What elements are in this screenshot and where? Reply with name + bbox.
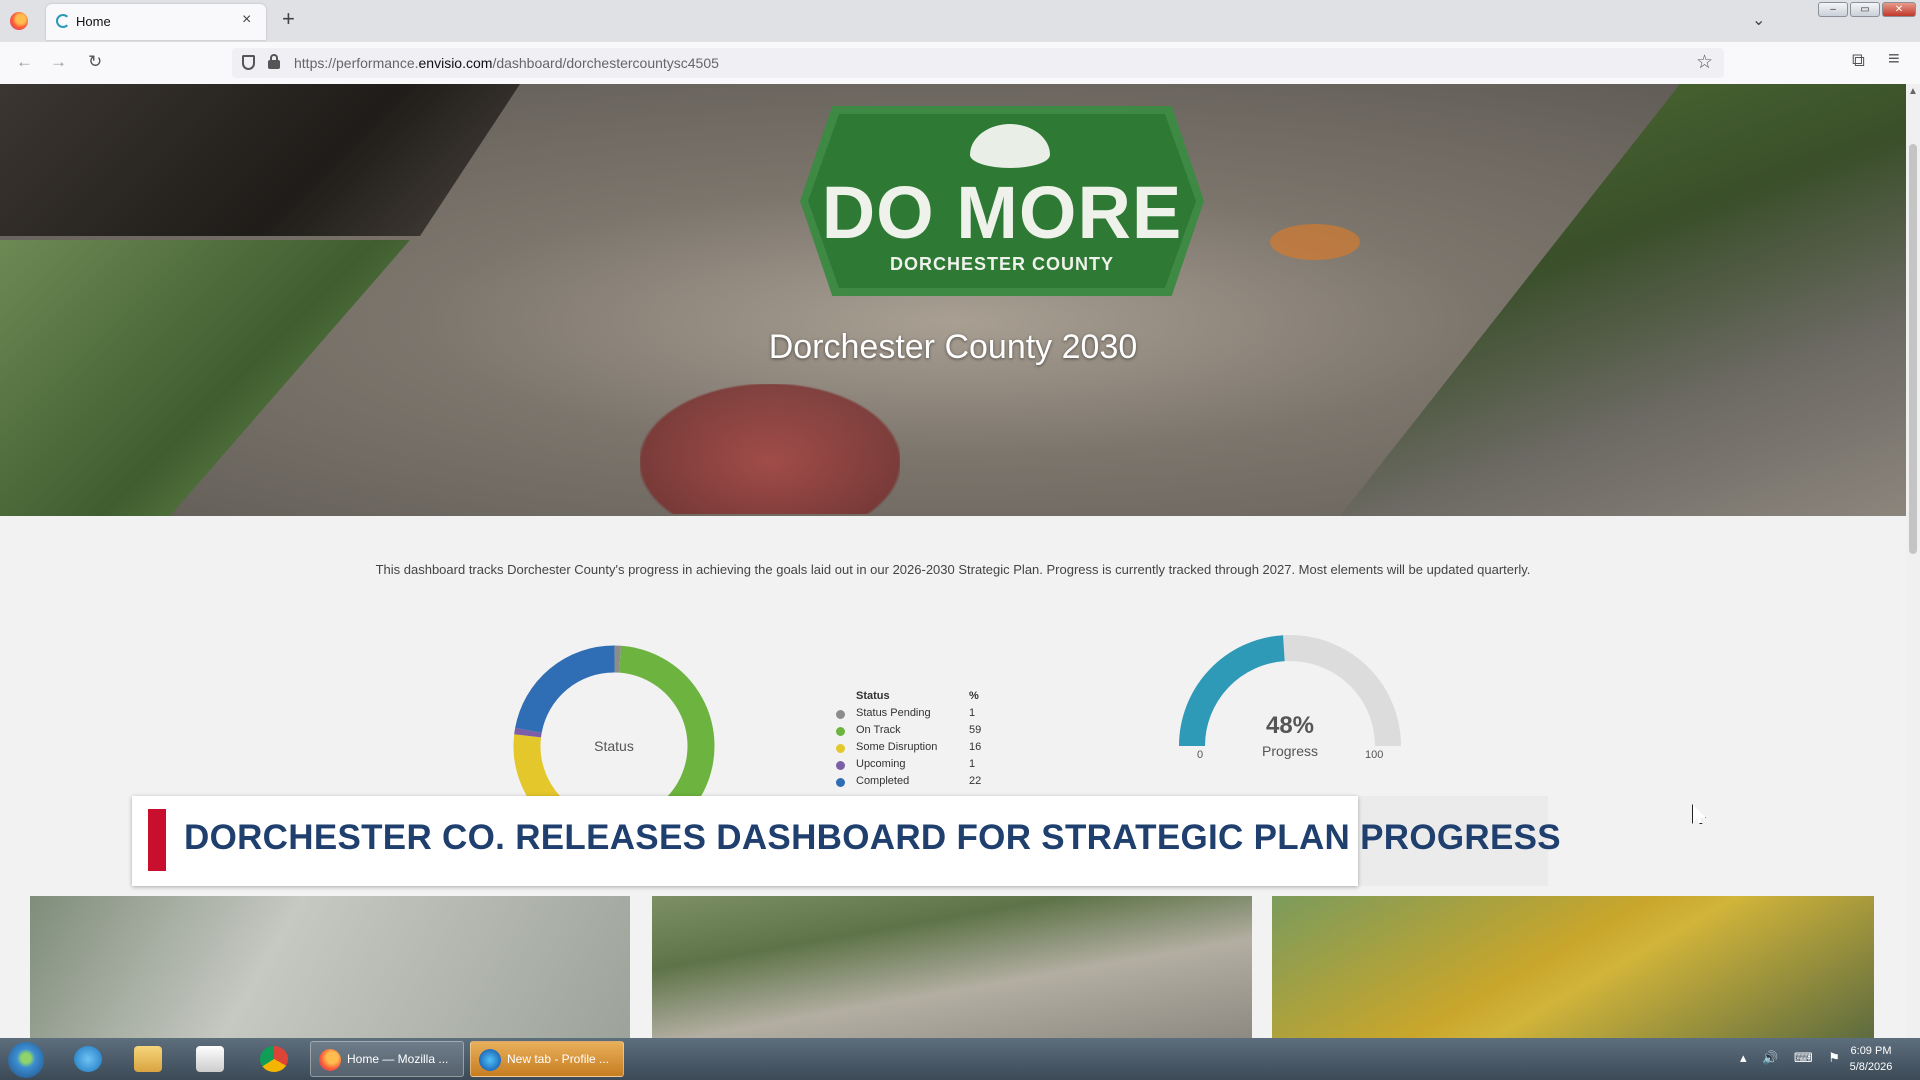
gauge-label: Progress (1261, 743, 1319, 759)
new-tab-button[interactable]: + (282, 6, 295, 32)
legend-label: Completed (856, 775, 910, 787)
legend-header: Status % (836, 690, 996, 706)
news-accent-bar (148, 809, 166, 871)
logo-main-text: DO MORE (821, 171, 1183, 254)
donut-slice-upcoming[interactable] (514, 727, 542, 738)
legend-value: 59 (969, 724, 982, 736)
kayak-shape (640, 384, 900, 514)
gauge-max-label: 100 (1365, 749, 1384, 761)
page-scrollbar[interactable]: ▲ (1906, 84, 1920, 1038)
legend-header-status: Status (856, 690, 890, 702)
legend-item-completed[interactable]: Completed 22 (836, 775, 996, 791)
taskbar-firefox-window[interactable]: Home — Mozilla ... (310, 1041, 464, 1077)
back-button[interactable]: ← (16, 52, 33, 72)
hero-banner: DO MORE DORCHESTER COUNTY Dorchester Cou… (0, 84, 1906, 516)
dashboard-page: DO MORE DORCHESTER COUNTY Dorchester Cou… (0, 84, 1906, 1038)
legend-label: Some Disruption (856, 741, 938, 753)
maximize-button[interactable]: ▭ (1850, 2, 1880, 17)
shield-icon[interactable] (242, 55, 255, 70)
legend-dot-icon (836, 744, 845, 753)
legend-label: On Track (856, 724, 901, 736)
taskbar-edge-label: New tab - Profile ... (507, 1052, 610, 1066)
start-button-icon[interactable] (8, 1042, 44, 1078)
media-player-icon[interactable] (196, 1046, 224, 1072)
clock-date[interactable]: 5/8/2026 (1836, 1061, 1906, 1073)
legend-dot-icon (836, 761, 845, 770)
legend-item-upcoming[interactable]: Upcoming 1 (836, 758, 996, 774)
tab-bar: Home × + ⌄ – ▭ ✕ (0, 0, 1920, 42)
photo-card-groundbreaking[interactable] (1272, 896, 1874, 1038)
news-lower-third: DORCHESTER CO. RELEASES DASHBOARD FOR ST… (132, 796, 1561, 886)
legend-dot-icon (836, 727, 845, 736)
gauge-value: 48% (1265, 712, 1315, 739)
legend-value: 1 (969, 707, 976, 719)
internet-explorer-icon[interactable] (74, 1046, 102, 1072)
photo-card-worker[interactable] (30, 896, 630, 1038)
firefox-icon (319, 1049, 341, 1071)
file-explorer-icon[interactable] (134, 1046, 162, 1072)
chrome-icon[interactable] (260, 1046, 288, 1072)
legend-dot-icon (836, 710, 845, 719)
legend-label: Upcoming (856, 758, 906, 770)
close-tab-icon[interactable]: × (242, 11, 251, 29)
legend-item-on-track[interactable]: On Track 59 (836, 724, 996, 740)
firefox-icon[interactable] (10, 12, 28, 30)
edge-icon (479, 1049, 501, 1071)
bookmark-star-icon[interactable]: ☆ (1696, 51, 1713, 74)
logo-sub-text: DORCHESTER COUNTY (889, 254, 1114, 274)
windows-taskbar: Home — Mozilla ... New tab - Profile ...… (0, 1038, 1920, 1080)
donut-slice-completed[interactable] (515, 645, 615, 734)
news-headline: DORCHESTER CO. RELEASES DASHBOARD FOR ST… (184, 818, 1561, 857)
extensions-icon[interactable]: ⧉ (1852, 50, 1865, 71)
navigation-toolbar: ← → ↻ https://performance.envisio.com/da… (0, 42, 1920, 85)
leaf-icon (970, 124, 1050, 168)
logo-badge: DO MORE DORCHESTER COUNTY (808, 114, 1196, 288)
reload-button[interactable]: ↻ (88, 52, 102, 72)
intro-text: This dashboard tracks Dorchester County'… (375, 562, 1531, 577)
tab-list-chevron-icon[interactable]: ⌄ (1752, 10, 1765, 30)
gauge-min-label: 0 (1197, 749, 1204, 761)
url-text[interactable]: https://performance.envisio.com/dashboar… (294, 55, 719, 71)
tab-home[interactable]: Home × (46, 4, 266, 40)
lock-icon[interactable] (268, 54, 280, 69)
taskbar-firefox-label: Home — Mozilla ... (347, 1052, 449, 1066)
do-more-logo: DO MORE DORCHESTER COUNTY (800, 106, 1204, 296)
legend-value: 16 (969, 741, 982, 753)
legend-item-some-disruption[interactable]: Some Disruption 16 (836, 741, 996, 757)
legend-item-status-pending[interactable]: Status Pending 1 (836, 707, 996, 723)
scrollbar-thumb[interactable] (1909, 144, 1917, 554)
clock-time[interactable]: 6:09 PM (1836, 1045, 1906, 1057)
scroll-up-arrow-icon[interactable]: ▲ (1908, 86, 1918, 97)
hero-title: Dorchester County 2030 (768, 328, 1138, 366)
forward-button[interactable]: → (50, 52, 67, 72)
tab-title: Home (76, 14, 111, 29)
envisio-favicon-icon (56, 14, 70, 28)
legend-value: 22 (969, 775, 982, 787)
taskbar-edge-window[interactable]: New tab - Profile ... (470, 1041, 624, 1077)
hamburger-menu-icon[interactable]: ≡ (1888, 48, 1900, 71)
system-tray-icons[interactable]: ▴ 🔊 ⌨ ⚑ (1740, 1050, 1846, 1066)
minimize-button[interactable]: – (1818, 2, 1848, 17)
photo-card-facility[interactable] (652, 896, 1252, 1038)
window-controls: – ▭ ✕ (1818, 0, 1920, 20)
legend-value: 1 (969, 758, 976, 770)
paddle-shape (1270, 224, 1360, 260)
close-window-button[interactable]: ✕ (1882, 2, 1916, 17)
donut-center-label: Status (594, 738, 634, 754)
legend-label: Status Pending (856, 707, 931, 719)
legend-header-percent: % (969, 690, 979, 702)
address-bar[interactable]: https://performance.envisio.com/dashboar… (232, 48, 1724, 78)
legend-dot-icon (836, 778, 845, 787)
